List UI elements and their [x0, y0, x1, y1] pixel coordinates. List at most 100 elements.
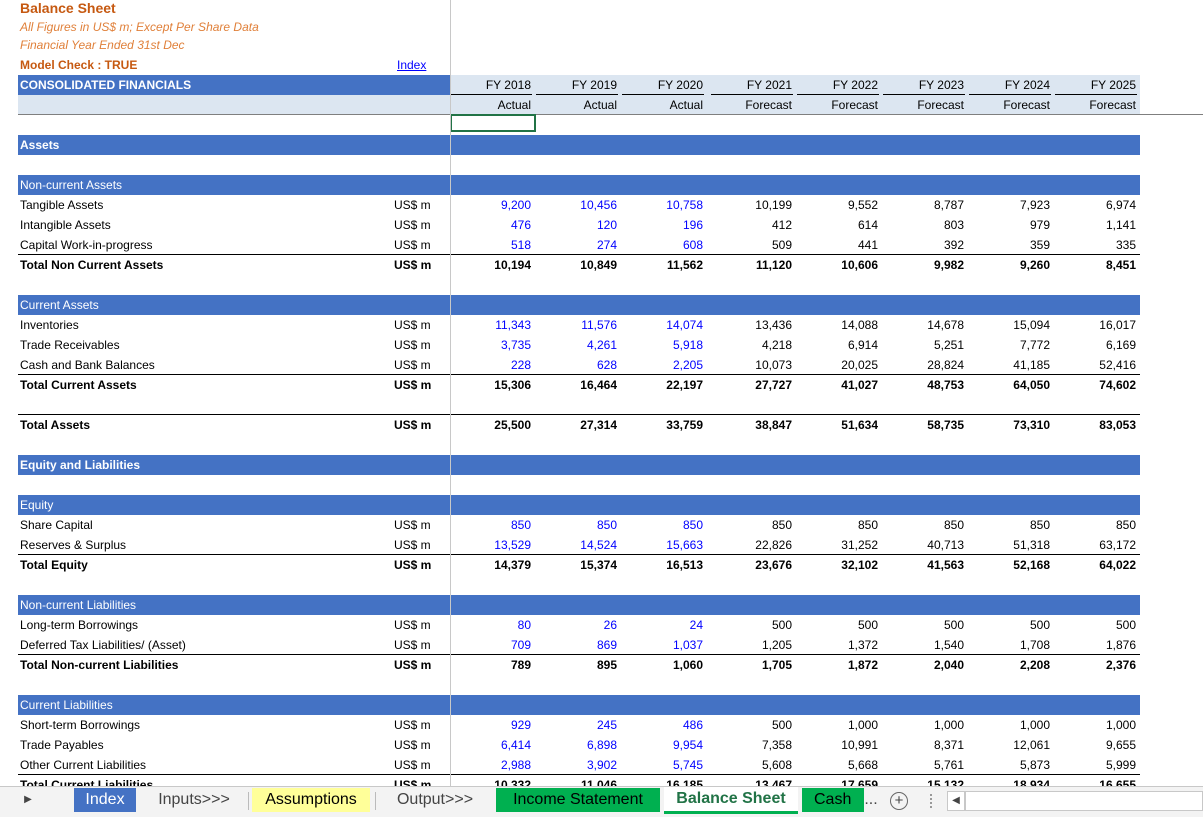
value-cell[interactable]: 48,753	[884, 375, 964, 395]
value-cell[interactable]: 196	[623, 215, 703, 235]
value-cell[interactable]: 6,914	[798, 335, 878, 355]
value-cell[interactable]: 52,168	[970, 555, 1050, 575]
value-cell[interactable]: 9,982	[884, 255, 964, 275]
horizontal-scrollbar[interactable]	[965, 791, 1203, 811]
value-cell[interactable]: 500	[712, 615, 792, 635]
value-cell[interactable]: 1,876	[1056, 635, 1136, 655]
value-cell[interactable]: 1,000	[1056, 715, 1136, 735]
value-cell[interactable]: 895	[537, 655, 617, 675]
value-cell[interactable]: 850	[537, 515, 617, 535]
value-cell[interactable]: 979	[970, 215, 1050, 235]
value-cell[interactable]: 64,050	[970, 375, 1050, 395]
value-cell[interactable]: 1,037	[623, 635, 703, 655]
value-cell[interactable]: 16,464	[537, 375, 617, 395]
value-cell[interactable]: 14,524	[537, 535, 617, 555]
value-cell[interactable]: 486	[623, 715, 703, 735]
value-cell[interactable]: 17,659	[798, 775, 878, 786]
value-cell[interactable]: 10,332	[451, 775, 531, 786]
value-cell[interactable]: 789	[451, 655, 531, 675]
value-cell[interactable]: 20,025	[798, 355, 878, 375]
value-cell[interactable]: 11,343	[451, 315, 531, 335]
value-cell[interactable]: 58,735	[884, 415, 964, 435]
value-cell[interactable]: 10,849	[537, 255, 617, 275]
value-cell[interactable]: 22,197	[623, 375, 703, 395]
value-cell[interactable]: 335	[1056, 235, 1136, 255]
value-cell[interactable]: 500	[798, 615, 878, 635]
value-cell[interactable]: 6,414	[451, 735, 531, 755]
value-cell[interactable]: 27,727	[712, 375, 792, 395]
value-cell[interactable]: 392	[884, 235, 964, 255]
value-cell[interactable]: 3,902	[537, 755, 617, 775]
value-cell[interactable]: 28,824	[884, 355, 964, 375]
value-cell[interactable]: 40,713	[884, 535, 964, 555]
value-cell[interactable]: 1,060	[623, 655, 703, 675]
value-cell[interactable]: 6,898	[537, 735, 617, 755]
value-cell[interactable]: 7,923	[970, 195, 1050, 215]
value-cell[interactable]: 16,513	[623, 555, 703, 575]
value-cell[interactable]: 850	[451, 515, 531, 535]
value-cell[interactable]: 5,745	[623, 755, 703, 775]
value-cell[interactable]: 83,053	[1056, 415, 1136, 435]
value-cell[interactable]: 10,456	[537, 195, 617, 215]
tab-output[interactable]: Output>>>	[380, 788, 490, 812]
value-cell[interactable]: 6,169	[1056, 335, 1136, 355]
tab-splitter-handle[interactable]	[930, 794, 934, 808]
value-cell[interactable]: 850	[970, 515, 1050, 535]
value-cell[interactable]: 8,787	[884, 195, 964, 215]
value-cell[interactable]: 850	[798, 515, 878, 535]
value-cell[interactable]: 12,061	[970, 735, 1050, 755]
value-cell[interactable]: 7,772	[970, 335, 1050, 355]
value-cell[interactable]: 73,310	[970, 415, 1050, 435]
value-cell[interactable]: 41,185	[970, 355, 1050, 375]
tab-balance-sheet[interactable]: Balance Sheet	[664, 787, 798, 814]
value-cell[interactable]: 8,451	[1056, 255, 1136, 275]
value-cell[interactable]: 31,252	[798, 535, 878, 555]
value-cell[interactable]: 22,826	[712, 535, 792, 555]
more-tabs-ellipsis[interactable]: ...	[860, 788, 882, 812]
tab-assumptions[interactable]: Assumptions	[252, 788, 370, 812]
value-cell[interactable]: 1,205	[712, 635, 792, 655]
value-cell[interactable]: 64,022	[1056, 555, 1136, 575]
value-cell[interactable]: 412	[712, 215, 792, 235]
hscroll-left-arrow[interactable]: ◀	[947, 791, 965, 811]
value-cell[interactable]: 10,606	[798, 255, 878, 275]
value-cell[interactable]: 1,872	[798, 655, 878, 675]
value-cell[interactable]: 5,668	[798, 755, 878, 775]
value-cell[interactable]: 2,205	[623, 355, 703, 375]
index-link[interactable]: Index	[397, 55, 426, 75]
value-cell[interactable]: 18,934	[970, 775, 1050, 786]
value-cell[interactable]: 500	[1056, 615, 1136, 635]
value-cell[interactable]: 9,954	[623, 735, 703, 755]
value-cell[interactable]: 228	[451, 355, 531, 375]
value-cell[interactable]: 803	[884, 215, 964, 235]
value-cell[interactable]: 9,552	[798, 195, 878, 215]
value-cell[interactable]: 850	[712, 515, 792, 535]
value-cell[interactable]: 11,120	[712, 255, 792, 275]
tab-cash[interactable]: Cash	[802, 788, 864, 812]
value-cell[interactable]: 8,371	[884, 735, 964, 755]
value-cell[interactable]: 23,676	[712, 555, 792, 575]
value-cell[interactable]: 15,663	[623, 535, 703, 555]
value-cell[interactable]: 27,314	[537, 415, 617, 435]
value-cell[interactable]: 13,467	[712, 775, 792, 786]
value-cell[interactable]: 608	[623, 235, 703, 255]
value-cell[interactable]: 15,306	[451, 375, 531, 395]
value-cell[interactable]: 9,655	[1056, 735, 1136, 755]
value-cell[interactable]: 16,185	[623, 775, 703, 786]
value-cell[interactable]: 1,141	[1056, 215, 1136, 235]
value-cell[interactable]: 476	[451, 215, 531, 235]
value-cell[interactable]: 441	[798, 235, 878, 255]
value-cell[interactable]: 14,074	[623, 315, 703, 335]
value-cell[interactable]: 10,073	[712, 355, 792, 375]
value-cell[interactable]: 850	[623, 515, 703, 535]
value-cell[interactable]: 359	[970, 235, 1050, 255]
value-cell[interactable]: 4,261	[537, 335, 617, 355]
value-cell[interactable]: 7,358	[712, 735, 792, 755]
tab-inputs[interactable]: Inputs>>>	[142, 788, 246, 812]
value-cell[interactable]: 10,991	[798, 735, 878, 755]
value-cell[interactable]: 41,027	[798, 375, 878, 395]
value-cell[interactable]: 274	[537, 235, 617, 255]
value-cell[interactable]: 5,251	[884, 335, 964, 355]
value-cell[interactable]: 5,608	[712, 755, 792, 775]
value-cell[interactable]: 2,376	[1056, 655, 1136, 675]
